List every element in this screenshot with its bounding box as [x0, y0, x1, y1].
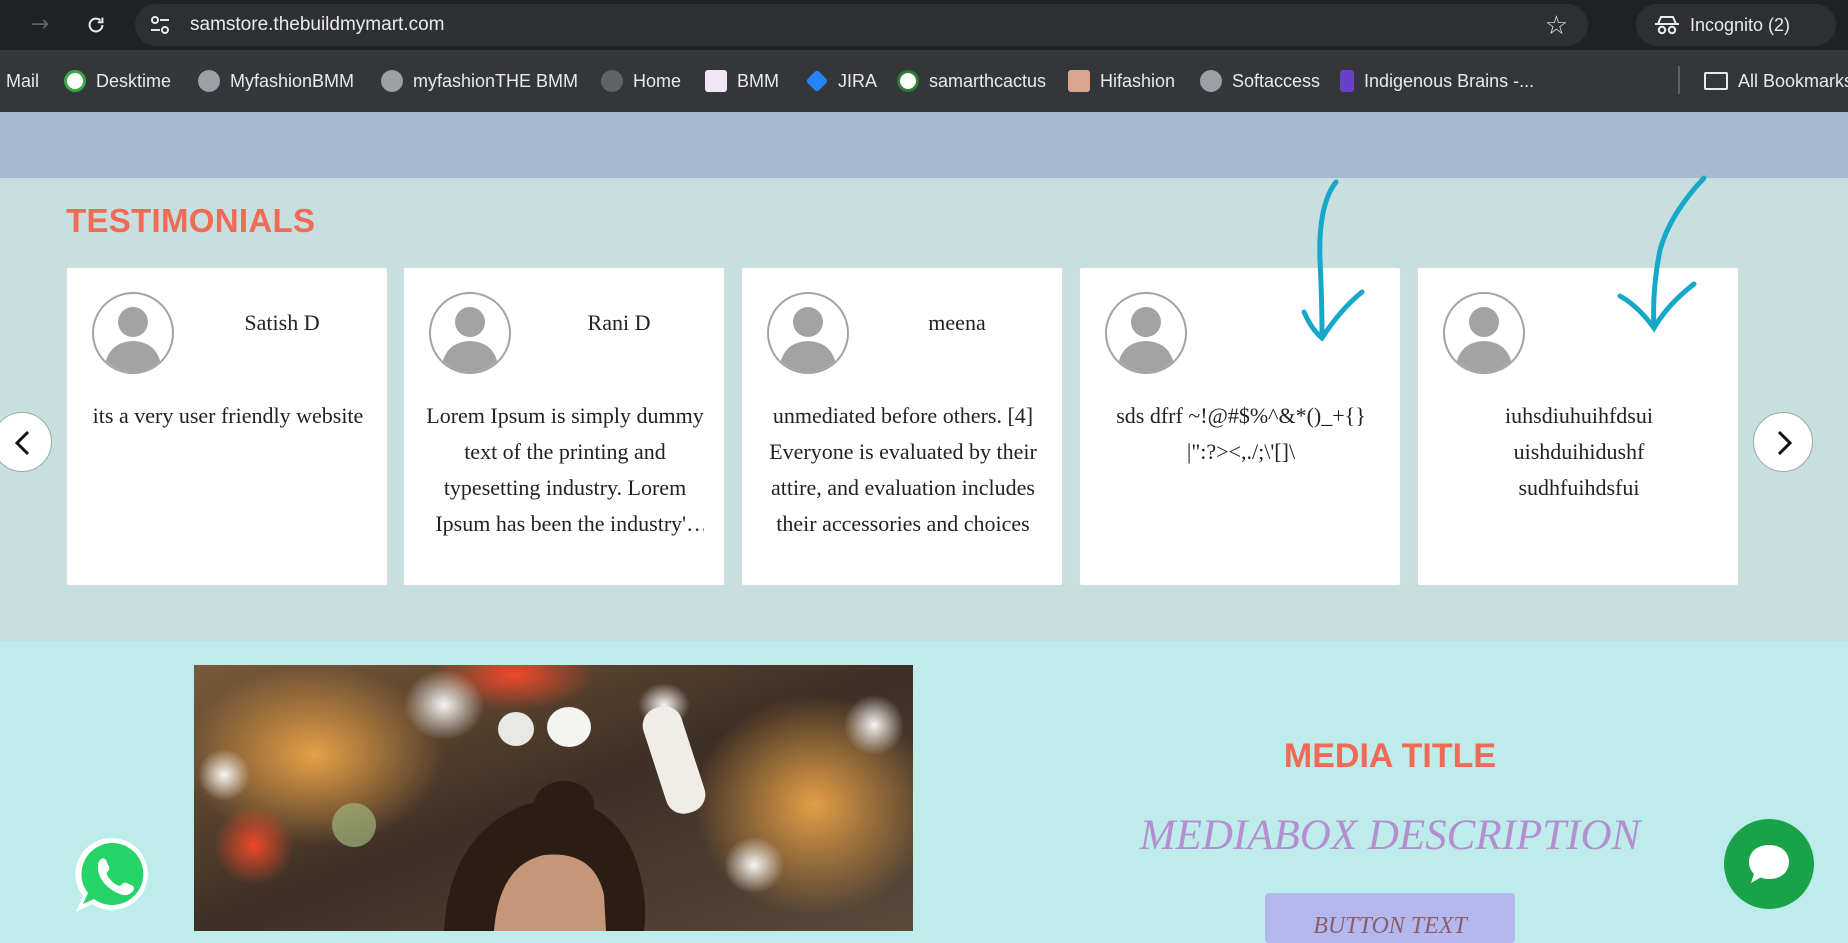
testimonial-text: its a very user friendly website	[92, 403, 364, 428]
globe-icon	[198, 70, 220, 92]
star-icon[interactable]: ☆	[1545, 11, 1568, 41]
testimonial-text: unmediated before others. [4] Everyone i…	[769, 403, 1037, 536]
arrow-right-icon: →	[30, 12, 50, 37]
bookmarks-separator	[1678, 66, 1680, 94]
bookmark-bmm[interactable]: BMM	[705, 68, 779, 94]
chevron-left-icon	[14, 430, 30, 456]
forward-button[interactable]: →	[24, 9, 56, 41]
bookmark-label: BMM	[737, 70, 779, 91]
bookmark-label: Desktime	[96, 70, 172, 91]
testimonials-title: TESTIMONIALS	[66, 202, 316, 239]
bookmark-jira[interactable]: JIRA	[805, 68, 878, 94]
bookmark-label: MyfashionBMM	[230, 70, 355, 91]
site-info-icon[interactable]	[149, 15, 171, 35]
user-silhouette-icon	[441, 307, 499, 372]
testimonial-card: meena unmediated before others. [4] Ever…	[741, 267, 1063, 586]
bookmark-myfashionbmm[interactable]: MyfashionBMM	[198, 68, 354, 94]
avatar	[767, 292, 849, 374]
testimonial-text: Lorem Ipsum is simply dummy text of the …	[426, 403, 704, 536]
user-silhouette-icon	[1117, 307, 1175, 372]
desktime-icon	[64, 70, 86, 92]
shopping-woman-photo	[194, 665, 913, 931]
testimonial-card: sds dfrf ~!@#$%^&*()_+{}|":?><,./;\'[]\	[1079, 267, 1401, 586]
reload-icon	[88, 17, 104, 33]
carousel-next-button[interactable]	[1753, 412, 1813, 472]
globe-icon	[601, 70, 623, 92]
media-cta-button[interactable]: BUTTON TEXT	[1265, 893, 1515, 943]
bookmark-label: Mail	[6, 70, 40, 91]
avatar	[429, 292, 511, 374]
reload-button[interactable]	[80, 9, 112, 41]
media-title: MEDIA TITLE	[1283, 737, 1497, 775]
bookmark-label: Hifashion	[1100, 70, 1176, 91]
chat-button[interactable]	[1724, 819, 1814, 909]
bookmark-hifashion[interactable]: Hifashion	[1068, 68, 1175, 94]
chat-icon	[1749, 845, 1789, 883]
url-text[interactable]: samstore.thebuildmymart.com	[190, 14, 444, 36]
media-description: MEDIABOX DESCRIPTION	[1139, 812, 1641, 859]
incognito-icon	[1655, 16, 1679, 35]
browser-toolbar: → samstore.thebuildmymart.com ☆ Incognit…	[0, 0, 1848, 50]
testimonial-name: Rani D	[587, 310, 651, 335]
address-bar[interactable]: samstore.thebuildmymart.com ☆	[135, 4, 1588, 46]
bookmark-softaccess[interactable]: Softaccess	[1200, 68, 1320, 94]
testimonial-card: Rani D Lorem Ipsum is simply dummy text …	[403, 267, 725, 586]
globe-icon	[381, 70, 403, 92]
chevron-right-icon	[1777, 430, 1793, 456]
bookmark-label: Softaccess	[1232, 70, 1321, 91]
user-silhouette-icon	[1455, 307, 1513, 372]
testimonial-text: iuhsdiuhuihfdsui uishduihidushf sudhfuih…	[1505, 403, 1653, 500]
bookmark-home[interactable]: Home	[601, 68, 681, 94]
bookmark-desktime[interactable]: Desktime	[64, 68, 171, 94]
jira-icon	[805, 69, 829, 93]
testimonial-card: Satish D its a very user friendly websit…	[66, 267, 388, 586]
avatar	[92, 292, 174, 374]
user-silhouette-icon	[104, 307, 162, 372]
all-bookmarks-button[interactable]: All Bookmarks	[1704, 68, 1848, 94]
incognito-indicator[interactable]: Incognito (2)	[1636, 4, 1836, 46]
testimonial-card: iuhsdiuhuihfdsui uishduihidushf sudhfuih…	[1417, 267, 1739, 586]
bookmark-indigenous-brains[interactable]: Indigenous Brains -...	[1340, 68, 1534, 94]
bookmark-label: samarthcactus	[929, 70, 1047, 91]
media-image	[194, 665, 913, 931]
bookmark-mail[interactable]: Mail	[6, 68, 39, 94]
incognito-label: Incognito (2)	[1690, 15, 1791, 35]
globe-icon	[1200, 70, 1222, 92]
carousel-prev-button[interactable]	[0, 412, 52, 472]
testimonials-section: TESTIMONIALS Satish D its a very user fr…	[0, 178, 1848, 641]
whatsapp-icon	[75, 837, 148, 912]
bmm-icon	[705, 70, 727, 92]
hifashion-icon	[1068, 70, 1090, 92]
bookmark-label: Indigenous Brains -...	[1364, 70, 1535, 91]
top-banner-strip	[0, 112, 1848, 178]
bookmark-label: Home	[633, 70, 682, 91]
bookmark-myfashionthebmm[interactable]: myfashionTHE BMM	[381, 68, 578, 94]
folder-icon	[1704, 72, 1728, 90]
avatar	[1105, 292, 1187, 374]
whatsapp-button[interactable]	[72, 834, 154, 916]
media-section: MEDIA TITLE MEDIABOX DESCRIPTION BUTTON …	[0, 641, 1848, 943]
user-silhouette-icon	[779, 307, 837, 372]
bookmark-label: myfashionTHE BMM	[413, 70, 579, 91]
bookmark-samarthcactus[interactable]: samarthcactus	[897, 68, 1046, 94]
bookmark-label: JIRA	[838, 70, 878, 91]
testimonial-name: Satish D	[244, 310, 320, 335]
testimonial-name: meena	[928, 310, 986, 335]
testimonial-text: sds dfrf ~!@#$%^&*()_+{}|":?><,./;\'[]\	[1116, 403, 1366, 464]
cactus-icon	[897, 70, 919, 92]
avatar	[1443, 292, 1525, 374]
bookmarks-bar: Mail Desktime MyfashionBMM myfashionTHE …	[0, 50, 1848, 112]
all-bookmarks-label: All Bookmarks	[1738, 70, 1848, 91]
indigenous-brains-icon	[1340, 70, 1354, 92]
